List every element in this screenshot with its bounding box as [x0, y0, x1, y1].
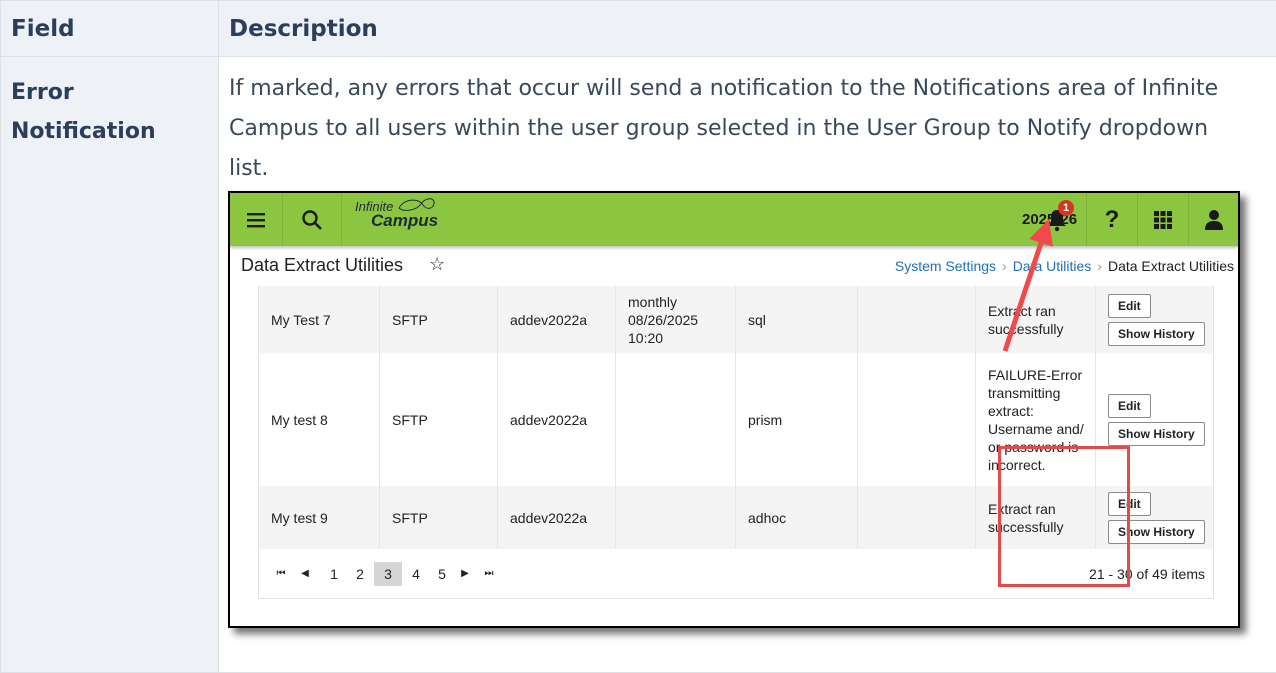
field-header: Field	[0, 0, 219, 57]
field-name: Error Notification	[0, 56, 219, 673]
description-header: Description	[218, 0, 1276, 57]
description-text: If marked, any errors that occur will se…	[229, 76, 1219, 181]
embedded-screenshot: Infinite Campus 2025-26 1 ? Data Extract…	[228, 191, 1240, 628]
annotation-arrow	[1002, 219, 1053, 352]
